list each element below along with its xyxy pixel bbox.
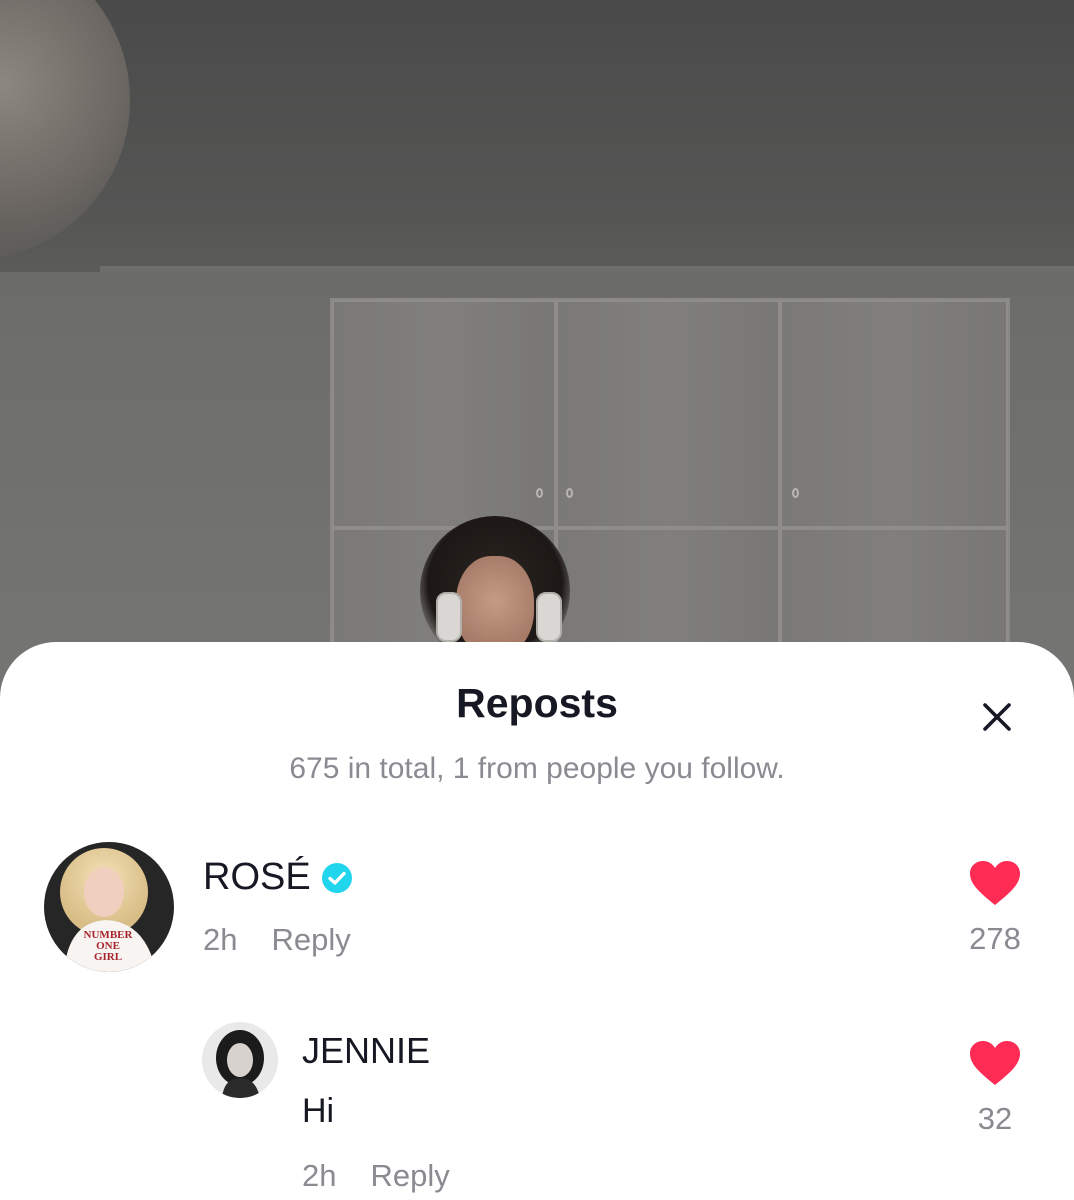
wardrobe-knob xyxy=(792,488,799,498)
headphone-left xyxy=(436,592,462,642)
comment-item: NUMBER ONE GIRL ROSÉ 2h Reply 278 xyxy=(0,840,1074,980)
avatar[interactable]: NUMBER ONE GIRL xyxy=(44,842,174,972)
heart-icon xyxy=(970,861,1020,905)
like-button[interactable]: 278 xyxy=(963,860,1027,957)
svg-text:GIRL: GIRL xyxy=(94,951,122,963)
wardrobe-door xyxy=(780,300,1008,528)
close-icon xyxy=(983,703,1011,731)
person-face xyxy=(456,556,534,656)
comment-time: 2h xyxy=(203,922,238,957)
comment-meta: 2h Reply xyxy=(302,1158,450,1194)
comment-time: 2h xyxy=(302,1158,337,1193)
avatar[interactable] xyxy=(202,1022,278,1098)
reply-button[interactable]: Reply xyxy=(370,1158,449,1194)
wardrobe-knob xyxy=(536,488,543,498)
username[interactable]: ROSÉ xyxy=(203,856,353,899)
wardrobe-door xyxy=(332,300,556,528)
comment-meta: 2h Reply xyxy=(203,922,351,958)
headphone-right xyxy=(536,592,562,642)
avatar-image: NUMBER ONE GIRL xyxy=(44,842,174,972)
like-count: 278 xyxy=(969,921,1021,956)
reply-button[interactable]: Reply xyxy=(271,922,350,958)
wardrobe-door xyxy=(556,300,780,528)
reply-item: JENNIE Hi 2h Reply 32 xyxy=(0,1020,1074,1200)
close-button[interactable] xyxy=(972,694,1022,740)
ceiling-light xyxy=(0,0,130,260)
verified-badge-icon xyxy=(321,862,352,893)
sheet-title: Reposts xyxy=(456,680,618,726)
reposts-sheet: Reposts 675 in total, 1 from people you … xyxy=(0,642,1074,1200)
comment-text: Hi xyxy=(302,1092,335,1130)
repost-summary: 675 in total, 1 from people you follow. xyxy=(289,752,785,785)
avatar-image xyxy=(202,1022,278,1098)
video-background[interactable] xyxy=(0,0,1074,700)
username[interactable]: JENNIE xyxy=(302,1030,430,1072)
username-text: JENNIE xyxy=(302,1030,431,1071)
like-count: 32 xyxy=(977,1101,1013,1136)
heart-icon xyxy=(970,1041,1020,1085)
username-text: ROSÉ xyxy=(203,856,311,898)
wardrobe-knob xyxy=(566,488,573,498)
like-button[interactable]: 32 xyxy=(963,1040,1027,1137)
